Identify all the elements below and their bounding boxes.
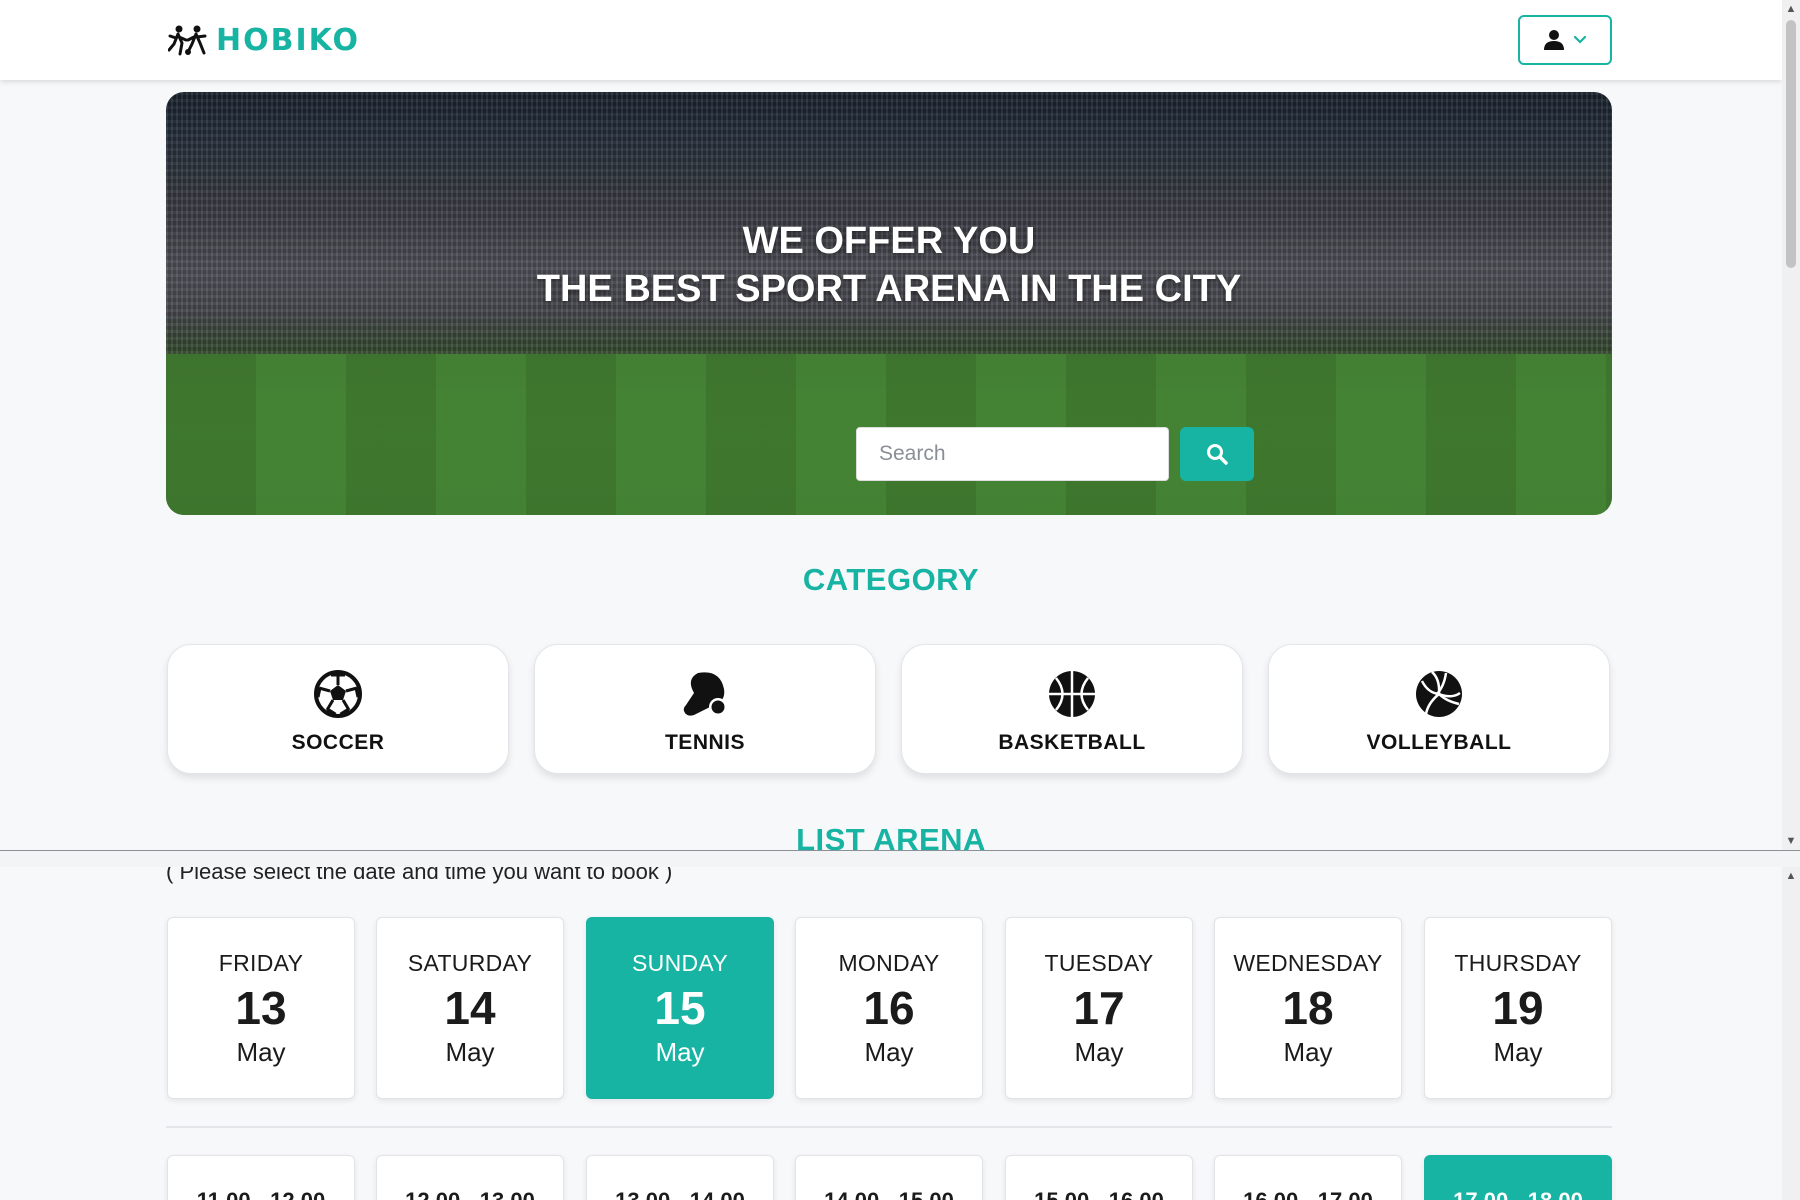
bottom-viewport: ( Please select the date and time you wa… (0, 867, 1800, 1200)
date-month: May (445, 1037, 495, 1067)
time-slot-label: 14.00 - 15.00 (796, 1188, 982, 1200)
table-tennis-icon (683, 672, 727, 716)
time-slot-card[interactable]: 16.00 - 17.00 (1214, 1155, 1402, 1200)
time-slot-label: 11.00 - 12.00 (168, 1188, 354, 1200)
date-card[interactable]: WEDNESDAY 18 May (1214, 917, 1402, 1099)
date-day-name: FRIDAY (218, 950, 304, 976)
top-scrollbar[interactable]: ▲ ▼ (1782, 0, 1800, 850)
volleyball-icon (1416, 671, 1462, 717)
scroll-down-arrow[interactable]: ▼ (1782, 832, 1800, 850)
date-day-name: SATURDAY (407, 950, 533, 976)
divider-line (166, 1126, 1612, 1128)
brand-name: HOBIKO (216, 22, 361, 58)
scroll-up-arrow[interactable]: ▲ (1782, 0, 1800, 18)
date-month: May (1283, 1037, 1333, 1067)
person-icon (1544, 30, 1564, 50)
time-slot-label: 16.00 - 17.00 (1215, 1188, 1401, 1200)
date-month: May (864, 1037, 914, 1067)
time-slot-label: 12.00 - 13.00 (377, 1188, 563, 1200)
bottom-scrollbar[interactable]: ▲ (1782, 867, 1800, 1200)
time-slot-card[interactable]: 14.00 - 15.00 (795, 1155, 983, 1200)
top-viewport: HOBIKO WE OFFER YOU THE BEST SPORT ARENA… (0, 0, 1800, 850)
date-month: May (236, 1037, 286, 1067)
chevron-down-icon (1573, 35, 1587, 44)
time-slot-label: 15.00 - 16.00 (1006, 1188, 1192, 1200)
category-card-basketball[interactable]: BASKETBALL (901, 644, 1243, 774)
date-card[interactable]: TUESDAY 17 May (1005, 917, 1193, 1099)
date-day-number: 19 (1492, 982, 1544, 1034)
time-slot-card[interactable]: 12.00 - 13.00 (376, 1155, 564, 1200)
date-day-name: TUESDAY (1044, 950, 1154, 976)
category-label: TENNIS (664, 731, 745, 754)
booking-hint: ( Please select the date and time you wa… (166, 867, 673, 884)
navbar: HOBIKO (0, 0, 1782, 80)
date-month: May (1493, 1037, 1543, 1067)
date-day-number: 15 (654, 982, 706, 1034)
time-slot-label: 13.00 - 14.00 (587, 1188, 773, 1200)
category-card-soccer[interactable]: SOCCER (167, 644, 509, 774)
category-card-tennis[interactable]: TENNIS (534, 644, 876, 774)
hero-title-line1: WE OFFER YOU (742, 220, 1036, 262)
brand-logo[interactable]: HOBIKO (168, 22, 360, 58)
time-slot-card[interactable]: 11.00 - 12.00 (167, 1155, 355, 1200)
soccer-ball-icon (314, 670, 362, 718)
basketball-icon (1049, 671, 1095, 717)
date-day-number: 18 (1282, 982, 1334, 1034)
date-day-name: MONDAY (838, 950, 940, 976)
date-day-number: 13 (235, 982, 287, 1034)
category-card-volleyball[interactable]: VOLLEYBALL (1268, 644, 1610, 774)
time-slot-card[interactable]: 13.00 - 14.00 (586, 1155, 774, 1200)
hero-title: WE OFFER YOU THE BEST SPORT ARENA IN THE… (166, 217, 1612, 313)
date-card[interactable]: SATURDAY 14 May (376, 917, 564, 1099)
category-label: SOCCER (291, 731, 385, 754)
list-arena-title: LIST ARENA (796, 822, 986, 850)
hero-banner: WE OFFER YOU THE BEST SPORT ARENA IN THE… (166, 92, 1612, 515)
scroll-up-arrow[interactable]: ▲ (1782, 867, 1800, 885)
search-input[interactable] (856, 427, 1169, 481)
time-slot-card[interactable]: 15.00 - 16.00 (1005, 1155, 1193, 1200)
date-month: May (1074, 1037, 1124, 1067)
time-slot-card[interactable]: 17.00 - 18.00 (1424, 1155, 1612, 1200)
split-divider[interactable] (0, 850, 1800, 867)
date-day-name: WEDNESDAY (1233, 950, 1383, 976)
date-day-name: THURSDAY (1454, 950, 1582, 976)
category-label: VOLLEYBALL (1366, 731, 1512, 754)
scroll-thumb[interactable] (1786, 20, 1796, 268)
date-day-number: 17 (1073, 982, 1125, 1034)
search-icon (1207, 444, 1228, 465)
date-day-number: 14 (444, 982, 496, 1034)
time-slot-label: 17.00 - 18.00 (1425, 1188, 1611, 1200)
date-card[interactable]: THURSDAY 19 May (1424, 917, 1612, 1099)
hero-title-line2: THE BEST SPORT ARENA IN THE CITY (536, 268, 1242, 310)
date-month: May (655, 1037, 705, 1067)
category-title: CATEGORY (802, 562, 980, 597)
date-day-number: 16 (863, 982, 915, 1034)
date-card[interactable]: SUNDAY 15 May (586, 917, 774, 1099)
date-card[interactable]: MONDAY 16 May (795, 917, 983, 1099)
date-day-name: SUNDAY (632, 950, 728, 976)
date-card[interactable]: FRIDAY 13 May (167, 917, 355, 1099)
category-label: BASKETBALL (998, 731, 1146, 754)
runners-logo-icon (168, 25, 207, 56)
user-menu-button[interactable] (1518, 15, 1612, 65)
search-button[interactable] (1180, 427, 1254, 481)
